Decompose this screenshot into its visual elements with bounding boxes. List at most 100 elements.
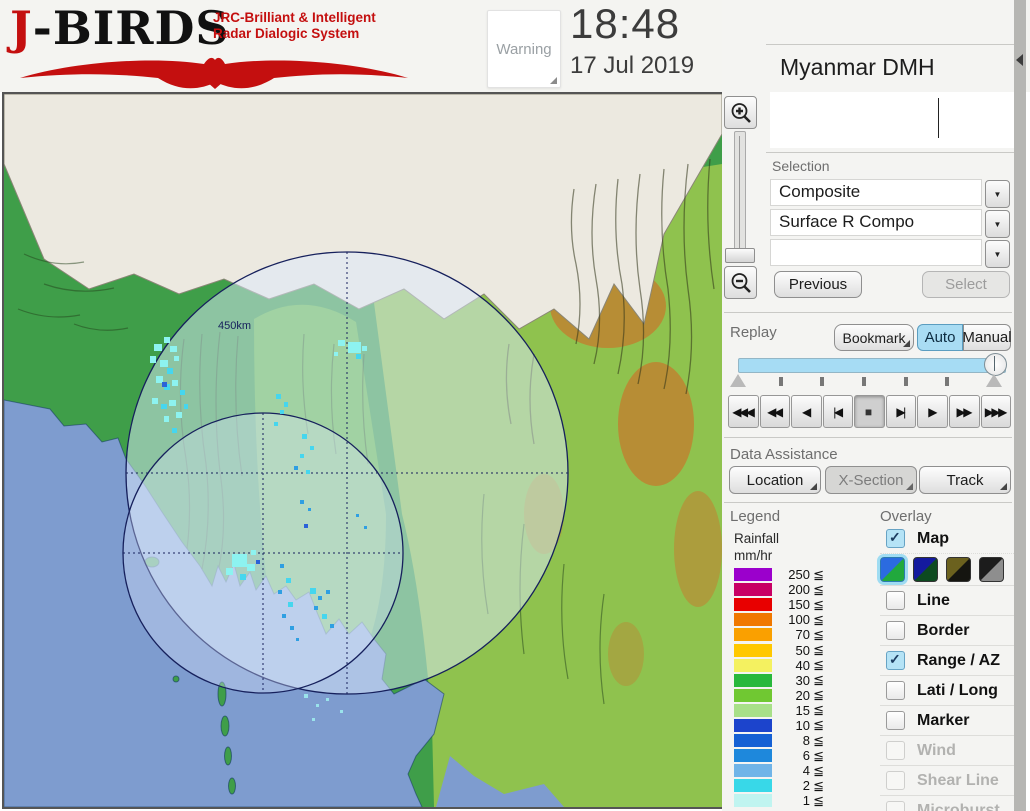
zoom-in-button[interactable] — [724, 96, 757, 129]
legend-color — [734, 749, 772, 763]
step-forward-button[interactable]: ▶| — [885, 395, 917, 428]
step-backward-icon: |◀ — [833, 404, 843, 419]
legend-color — [734, 568, 772, 582]
step-backward-button[interactable]: |◀ — [822, 395, 854, 428]
border-checkbox[interactable] — [886, 621, 905, 640]
legend-row: 200 ≦ — [734, 582, 874, 597]
replay-slider-thumb[interactable] — [984, 353, 1007, 376]
logo-subtitle: JRC-Brilliant & Intelligent Radar Dialog… — [213, 10, 376, 41]
menu-corner-icon — [810, 483, 817, 490]
replay-label: Replay — [730, 324, 777, 341]
skip-forward-button[interactable]: ▶▶▶ — [980, 395, 1012, 428]
stop-button[interactable]: ■ — [854, 395, 885, 428]
fast-backward-icon: ◀◀ — [767, 404, 783, 419]
zoom-slider-thumb[interactable] — [725, 248, 755, 263]
overlay-row-wind: Wind — [880, 735, 1014, 765]
menu-corner-icon — [1000, 483, 1007, 490]
legend-color — [734, 764, 772, 778]
overlay-item-label: Map — [917, 529, 949, 547]
app-logo: J-BIRDS JRC-Brilliant & Intelligent Rada… — [10, 2, 420, 90]
overlay-row-border[interactable]: Border — [880, 615, 1014, 645]
slider-end-marker[interactable] — [986, 374, 1002, 387]
map-style-gray[interactable] — [979, 557, 1004, 582]
skip-backward-icon: ◀◀◀ — [732, 404, 755, 419]
play-backward-button[interactable]: ◀ — [791, 395, 822, 428]
line-checkbox[interactable] — [886, 591, 905, 610]
range-ring-label: 450km — [218, 320, 251, 332]
dropdown-empty-arrow[interactable]: ▼ — [985, 240, 1010, 268]
skip-backward-button[interactable]: ◀◀◀ — [728, 395, 759, 428]
legend-color — [734, 734, 772, 748]
legend-row: 150 ≦ — [734, 597, 874, 612]
select-button[interactable]: Select — [922, 271, 1010, 298]
dropdown-composite-arrow[interactable]: ▼ — [985, 180, 1010, 208]
text-cursor — [938, 98, 939, 138]
xsection-button[interactable]: X-Section — [825, 466, 917, 494]
zoom-slider-track[interactable] — [734, 131, 746, 263]
dropdown-product[interactable]: Surface R Compo — [770, 209, 982, 236]
play-forward-button[interactable]: ▶ — [917, 395, 948, 428]
legend-row: 4 ≦ — [734, 763, 874, 778]
map-canvas: 450km — [4, 94, 722, 807]
range-az-checkbox[interactable] — [886, 651, 905, 670]
slider-start-marker[interactable] — [730, 374, 746, 387]
overlay-row-lati-long[interactable]: Lati / Long — [880, 675, 1014, 705]
rainfall-legend: Rainfall mm/hr 250 ≦ 200 ≦ 150 ≦ 100 ≦ 70 ≦ 5… — [734, 530, 874, 809]
overlay-options: Map Line Border Range / AZ — [880, 524, 1014, 811]
xsection-label: X-Section — [838, 471, 904, 489]
warning-button[interactable]: Warning — [487, 10, 561, 88]
overlay-row-range-az[interactable]: Range / AZ — [880, 645, 1014, 675]
legend-row: 70 ≦ — [734, 627, 874, 642]
radar-map[interactable]: 450km — [2, 92, 724, 809]
play-forward-icon: ▶ — [928, 404, 937, 419]
fast-backward-button[interactable]: ◀◀ — [759, 395, 791, 428]
menu-corner-icon — [903, 340, 910, 347]
site-list-box[interactable] — [770, 92, 1014, 148]
dropdown-composite[interactable]: Composite — [770, 179, 982, 206]
zoom-out-button[interactable] — [724, 266, 757, 299]
overlay-item-label: Range / AZ — [917, 651, 1000, 669]
legend-color — [734, 583, 772, 597]
overlay-item-label: Marker — [917, 711, 970, 729]
divider — [724, 437, 1012, 438]
track-button[interactable]: Track — [919, 466, 1011, 494]
legend-row: 50 ≦ — [734, 642, 874, 658]
auto-button[interactable]: Auto — [917, 324, 963, 351]
microburst-checkbox — [886, 801, 905, 811]
marker-checkbox[interactable] — [886, 711, 905, 730]
zoom-in-icon — [731, 102, 751, 123]
chevron-down-icon: ▼ — [993, 219, 1002, 229]
bookmark-button[interactable]: Bookmark — [834, 324, 914, 351]
panel-collapse-strip[interactable] — [1014, 0, 1026, 811]
replay-slider-track[interactable] — [738, 358, 1006, 373]
zoom-out-icon — [731, 272, 751, 293]
legend-row: 6 ≦ — [734, 748, 874, 763]
overlay-row-marker[interactable]: Marker — [880, 705, 1014, 735]
dropdown-product-arrow[interactable]: ▼ — [985, 210, 1010, 238]
lati-long-checkbox[interactable] — [886, 681, 905, 700]
legend-color — [734, 718, 772, 732]
manual-button[interactable]: Manual — [962, 324, 1012, 351]
data-assistance-label: Data Assistance — [730, 446, 838, 463]
map-style-green[interactable] — [880, 557, 905, 582]
clock-time: 18:48 — [570, 0, 681, 47]
fast-forward-button[interactable]: ▶▶ — [948, 395, 980, 428]
wind-checkbox — [886, 741, 905, 760]
fast-forward-icon: ▶▶ — [956, 404, 972, 419]
overlay-row-map[interactable]: Map — [880, 524, 1014, 553]
map-style-dark[interactable] — [913, 557, 938, 582]
chevron-down-icon: ▼ — [993, 189, 1002, 199]
overlay-row-line[interactable]: Line — [880, 585, 1014, 615]
legend-row: 10 ≦ — [734, 717, 874, 733]
overlay-item-label: Border — [917, 621, 970, 639]
location-button[interactable]: Location — [729, 466, 821, 494]
legend-label: Legend — [730, 508, 781, 525]
clock-date: 17 Jul 2019 — [570, 52, 695, 79]
map-checkbox[interactable] — [886, 529, 905, 548]
legend-row: 100 ≦ — [734, 612, 874, 627]
dropdown-empty[interactable] — [770, 239, 982, 266]
eagle-logo-icon — [20, 57, 408, 89]
step-forward-icon: ▶| — [896, 404, 906, 419]
previous-button[interactable]: Previous — [774, 271, 862, 298]
map-style-olive[interactable] — [946, 557, 971, 582]
